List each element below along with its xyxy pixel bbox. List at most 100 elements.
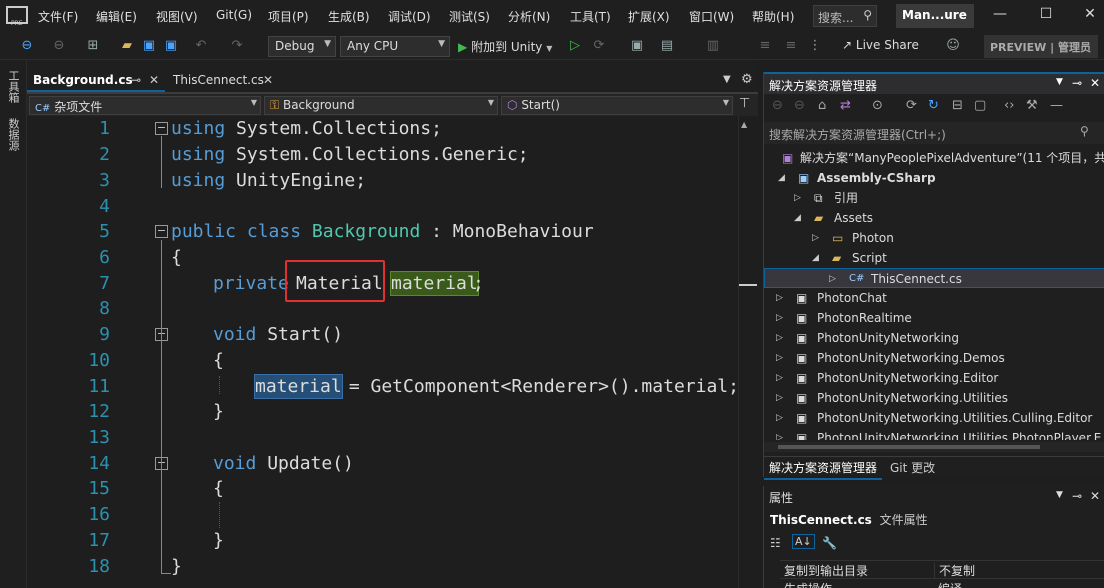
split-icon[interactable]: ⊤: [739, 96, 750, 111]
scroll-thumb[interactable]: [778, 445, 1040, 449]
menu-view[interactable]: 视图(V): [156, 8, 198, 25]
uncomment-icon[interactable]: ≡: [782, 37, 800, 55]
back-icon[interactable]: ⊖: [772, 98, 783, 113]
collapsed-icon[interactable]: ▷: [776, 408, 783, 428]
show-all-icon[interactable]: ▢: [974, 98, 986, 113]
menu-help[interactable]: 帮助(H): [752, 8, 794, 25]
pin-icon[interactable]: ⊸: [1072, 489, 1082, 503]
more-icon[interactable]: —: [1050, 98, 1063, 113]
minimize-icon[interactable]: —: [990, 6, 1010, 26]
menu-extensions[interactable]: 扩展(X): [628, 8, 670, 25]
expanded-icon[interactable]: ◢: [812, 248, 819, 268]
breakpoint-icon[interactable]: ▥: [704, 37, 722, 55]
tree-item-photonrealtime[interactable]: ▷ ▣ PhotonRealtime: [764, 308, 1104, 328]
redo-icon[interactable]: ↷: [228, 37, 246, 55]
comment-icon[interactable]: ≡: [756, 37, 774, 55]
close-icon[interactable]: ✕: [263, 73, 273, 87]
alphabetical-icon[interactable]: A↓: [792, 534, 815, 549]
dropdown-icon[interactable]: ▼: [1056, 490, 1063, 500]
tab-solution-explorer[interactable]: 解决方案资源管理器: [764, 457, 883, 480]
start-without-debug-icon[interactable]: ▷: [566, 37, 584, 55]
undo-icon[interactable]: ↶: [192, 37, 210, 55]
collapse-icon[interactable]: −: [155, 225, 168, 238]
tab-thiscennect-cs[interactable]: ThisCennect.cs ✕: [167, 71, 287, 92]
feedback-icon[interactable]: ☺: [944, 37, 962, 55]
save-all-icon[interactable]: ▣: [162, 37, 180, 55]
layout-icon[interactable]: ▤: [658, 37, 676, 55]
forward-icon[interactable]: ⊖: [794, 98, 805, 113]
tree-item-pun-editor[interactable]: ▷ ▣ PhotonUnityNetworking.Editor: [764, 368, 1104, 388]
maximize-icon[interactable]: ☐: [1036, 6, 1056, 26]
preview-badge[interactable]: PREVIEW | 管理员: [984, 35, 1098, 58]
dropdown-icon[interactable]: ▼: [1056, 77, 1063, 87]
tree-item-references[interactable]: ▷ ⧉ 引用: [764, 188, 1104, 208]
forward-icon[interactable]: ⊖: [50, 37, 68, 55]
collapsed-icon[interactable]: ▷: [794, 188, 801, 208]
class-select[interactable]: ⚿ Background ▼: [264, 96, 498, 115]
menu-test[interactable]: 测试(S): [449, 8, 490, 25]
menu-window[interactable]: 窗口(W): [689, 8, 734, 25]
menu-edit[interactable]: 编辑(E): [96, 8, 137, 25]
tree-item-script[interactable]: ◢ ▰ Script: [764, 248, 1104, 268]
tree-item-pun-demos[interactable]: ▷ ▣ PhotonUnityNetworking.Demos: [764, 348, 1104, 368]
tab-background-cs[interactable]: Background.cs ⊸ ✕: [27, 71, 165, 92]
menu-tools[interactable]: 工具(T): [570, 8, 611, 25]
config-select[interactable]: Debug ▼: [268, 36, 336, 57]
collapsed-icon[interactable]: ▷: [776, 288, 783, 308]
hot-reload-icon[interactable]: ⟳: [590, 37, 608, 55]
sync-icon[interactable]: ⟳: [906, 98, 917, 113]
collapsed-icon[interactable]: ▷: [829, 269, 836, 287]
menu-project[interactable]: 项目(P): [268, 8, 309, 25]
code-editor[interactable]: 1 2 3 4 5 6 7 8 9 10 11 12 13 14 15 16 1…: [27, 116, 739, 588]
tree-item-photonchat[interactable]: ▷ ▣ PhotonChat: [764, 288, 1104, 308]
scroll-up-icon[interactable]: ▲: [741, 120, 747, 129]
menu-git[interactable]: Git(G): [216, 8, 252, 22]
search-input[interactable]: 搜索... ⚲: [813, 5, 877, 27]
member-select[interactable]: ⬡ Start() ▼: [501, 96, 733, 115]
properties-icon[interactable]: ⚒: [1026, 98, 1038, 113]
home-icon[interactable]: ⌂: [818, 98, 826, 113]
pin-icon[interactable]: ⊸: [1072, 76, 1082, 90]
property-row[interactable]: 生成操作 编译: [780, 578, 1104, 588]
collapsed-icon[interactable]: ▷: [776, 328, 783, 348]
tree-item-pun-utilities[interactable]: ▷ ▣ PhotonUnityNetworking.Utilities: [764, 388, 1104, 408]
menu-analyze[interactable]: 分析(N): [508, 8, 550, 25]
history-icon[interactable]: ⊙: [872, 98, 883, 113]
collapsed-icon[interactable]: ▷: [776, 368, 783, 388]
collapsed-icon[interactable]: ▷: [776, 388, 783, 408]
editor-scrollbar[interactable]: ▲: [738, 116, 758, 588]
tree-item-assembly-csharp[interactable]: ◢ ▣ Assembly-CSharp: [764, 168, 1104, 188]
property-pages-icon[interactable]: 🔧: [822, 536, 837, 550]
screenshot-icon[interactable]: ▣: [628, 37, 646, 55]
expanded-icon[interactable]: ◢: [794, 208, 801, 228]
close-icon[interactable]: ✕: [1090, 489, 1100, 503]
tree-item-pun-utilities-culling-editor[interactable]: ▷ ▣ PhotonUnityNetworking.Utilities.Cull…: [764, 408, 1104, 428]
tree-item-assets[interactable]: ◢ ▰ Assets: [764, 208, 1104, 228]
horizontal-scrollbar[interactable]: [764, 442, 1104, 452]
close-icon[interactable]: ✕: [1090, 76, 1100, 90]
switch-view-icon[interactable]: ⇄: [840, 98, 851, 113]
new-project-icon[interactable]: ⊞: [84, 37, 102, 55]
live-share-button[interactable]: ↗ Live Share: [842, 38, 919, 52]
collapse-all-icon[interactable]: ⊟: [952, 98, 963, 113]
gear-icon[interactable]: ⚙: [741, 72, 753, 87]
tree-item-pun-utilities-photonplayer[interactable]: ▷ ▣ PhotonUnityNetworking.Utilities.Phot…: [764, 428, 1104, 440]
tree-item-solution[interactable]: ▣ 解决方案“ManyPeoplePixelAdventure”(11 个项目，…: [764, 148, 1104, 168]
categorized-icon[interactable]: ☷: [770, 536, 781, 550]
tab-git-changes[interactable]: Git 更改: [888, 457, 937, 478]
datasource-tab[interactable]: 数据源: [5, 118, 21, 151]
open-folder-icon[interactable]: ▰: [118, 37, 136, 55]
menu-file[interactable]: 文件(F): [38, 8, 78, 25]
save-icon[interactable]: ▣: [140, 37, 158, 55]
close-icon[interactable]: ✕: [1080, 6, 1100, 26]
overflow-icon[interactable]: ⋮: [806, 37, 824, 55]
code-view-icon[interactable]: ‹›: [1004, 98, 1014, 113]
close-icon[interactable]: ✕: [149, 73, 159, 87]
tree-item-photon[interactable]: ▷ ▭ Photon: [764, 228, 1104, 248]
collapsed-icon[interactable]: ▷: [812, 228, 819, 248]
project-select[interactable]: C# 杂项文件 ▼: [29, 96, 261, 115]
properties-object[interactable]: ThisCennect.cs 文件属性: [770, 511, 1104, 528]
collapsed-icon[interactable]: ▷: [776, 308, 783, 328]
collapsed-icon[interactable]: ▷: [776, 428, 783, 440]
toolbox-tab[interactable]: 工具箱: [5, 70, 21, 103]
